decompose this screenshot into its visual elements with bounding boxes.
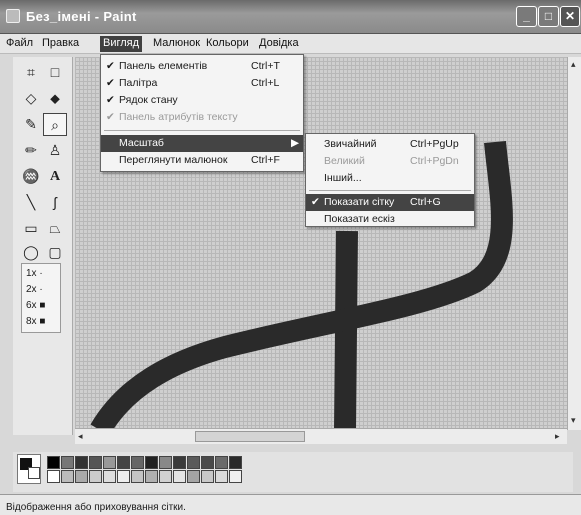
background-color (28, 467, 40, 479)
color-swatch[interactable] (215, 456, 228, 469)
zoom-1x-option[interactable]: 1x · (26, 268, 43, 279)
scroll-left-icon[interactable]: ◂ (78, 431, 83, 442)
menu-separator (104, 130, 300, 131)
menu-view[interactable]: Вигляд (100, 36, 143, 52)
horizontal-scroll-thumb[interactable] (195, 431, 305, 442)
minimize-button[interactable]: _ (516, 6, 537, 27)
current-colors (17, 454, 41, 484)
color-swatch[interactable] (229, 456, 242, 469)
zoom-submenu-item[interactable]: Масштаб ▶ (101, 135, 303, 152)
toolbox-toggle-item[interactable]: ✔ Панель елементів Ctrl+T (101, 58, 303, 75)
menu-file[interactable]: Файл (6, 37, 33, 49)
window-title: Без_імені - Paint (26, 9, 137, 24)
close-button[interactable]: ✕ (560, 6, 580, 27)
color-swatch[interactable] (201, 456, 214, 469)
status-bar: Відображення або приховування сітки. (0, 494, 581, 515)
fill-icon[interactable]: ⬥ (43, 87, 67, 110)
rounded-rect-icon[interactable]: ▢ (43, 241, 67, 264)
color-swatch[interactable] (229, 470, 242, 483)
color-swatch[interactable] (187, 456, 200, 469)
menu-edit[interactable]: Правка (42, 37, 79, 49)
color-swatch[interactable] (103, 456, 116, 469)
color-picker-icon[interactable]: ✎ (19, 113, 43, 136)
color-swatch[interactable] (159, 470, 172, 483)
color-swatch[interactable] (117, 470, 130, 483)
scroll-down-icon[interactable]: ▾ (571, 415, 576, 426)
brush-icon[interactable]: ♙ (43, 139, 67, 162)
text-toolbar-item: ✔ Панель атрибутів тексту (106, 111, 238, 123)
menu-colors[interactable]: Кольори (206, 37, 249, 49)
color-swatch[interactable] (61, 456, 74, 469)
color-swatch[interactable] (131, 470, 144, 483)
color-swatch[interactable] (187, 470, 200, 483)
menu-image[interactable]: Малюнок (153, 37, 200, 49)
menu-separator (309, 190, 471, 191)
color-swatch[interactable] (117, 456, 130, 469)
polygon-icon[interactable]: ⏢ (43, 217, 67, 240)
eraser-icon[interactable]: ◇ (19, 87, 43, 110)
view-picture-item[interactable]: Переглянути малюнок Ctrl+F (101, 152, 303, 169)
zoom-2x-option[interactable]: 2x · (26, 284, 43, 295)
status-text: Відображення або приховування сітки. (6, 502, 186, 513)
text-tool-icon[interactable]: A (43, 165, 67, 188)
scroll-right-icon[interactable]: ▸ (555, 431, 560, 442)
zoom-6x-option[interactable]: 6x ■ (26, 300, 45, 311)
menu-help[interactable]: Довідка (259, 37, 299, 49)
zoom-large-item: Великий Ctrl+PgDn (324, 155, 459, 167)
zoom-submenu: Звичайний Ctrl+PgUp Великий Ctrl+PgDn Інши… (305, 133, 475, 227)
ellipse-icon[interactable]: ◯ (19, 241, 43, 264)
color-swatch[interactable] (173, 470, 186, 483)
statusbar-toggle-item[interactable]: ✔ Рядок стану (101, 92, 303, 109)
color-swatch[interactable] (131, 456, 144, 469)
rect-select-icon[interactable]: □ (43, 61, 67, 84)
color-swatch[interactable] (103, 470, 116, 483)
color-swatch[interactable] (145, 456, 158, 469)
airbrush-icon[interactable]: ♒ (19, 165, 43, 188)
color-swatch[interactable] (145, 470, 158, 483)
vertical-scrollbar[interactable]: ▴ ▾ (567, 57, 581, 430)
color-swatch[interactable] (215, 470, 228, 483)
free-select-icon[interactable]: ⌗ (19, 61, 43, 84)
horizontal-scrollbar[interactable]: ◂ ▸ (75, 428, 567, 444)
view-menu-dropdown: ✔ Панель елементів Ctrl+T ✔ Палітра Ctrl+L ✔… (100, 54, 304, 172)
zoom-normal-item[interactable]: Звичайний Ctrl+PgUp (306, 136, 474, 153)
color-swatch[interactable] (47, 470, 60, 483)
maximize-button[interactable]: □ (538, 6, 559, 27)
color-palette (13, 452, 573, 492)
color-swatch[interactable] (75, 456, 88, 469)
zoom-8x-option[interactable]: 8x ■ (26, 316, 45, 327)
pencil-icon[interactable]: ✏ (19, 139, 43, 162)
color-swatch[interactable] (47, 456, 60, 469)
color-swatch[interactable] (201, 470, 214, 483)
submenu-arrow-icon: ▶ (291, 137, 300, 149)
color-swatch[interactable] (89, 470, 102, 483)
paint-app-icon (6, 9, 20, 23)
tool-box: ⌗ □ ◇ ⬥ ✎ ⌕ ✏ ♙ ♒ A ╲ ʃ ▭ ⏢ ◯ ▢ 1x · 2x … (13, 57, 73, 435)
magnifier-icon[interactable]: ⌕ (43, 113, 67, 136)
show-thumbnail-item[interactable]: Показати ескіз (306, 211, 474, 228)
rectangle-icon[interactable]: ▭ (19, 217, 43, 240)
zoom-custom-item[interactable]: Інший... (306, 170, 474, 187)
menu-bar: Файл Правка Вигляд Малюнок Кольори Довід… (0, 34, 581, 54)
color-swatch[interactable] (61, 470, 74, 483)
color-swatch[interactable] (159, 456, 172, 469)
zoom-level-box: 1x · 2x · 6x ■ 8x ■ (21, 263, 61, 333)
line-icon[interactable]: ╲ (19, 191, 43, 214)
curve-icon[interactable]: ʃ (43, 191, 67, 214)
color-swatch[interactable] (75, 470, 88, 483)
palette-toggle-item[interactable]: ✔ Палітра Ctrl+L (101, 75, 303, 92)
scroll-up-icon[interactable]: ▴ (571, 59, 576, 70)
color-swatch[interactable] (173, 456, 186, 469)
title-bar: Без_імені - Paint _ □ ✕ (0, 0, 581, 34)
show-grid-item[interactable]: ✔ Показати сітку Ctrl+G (306, 194, 474, 211)
color-swatch[interactable] (89, 456, 102, 469)
